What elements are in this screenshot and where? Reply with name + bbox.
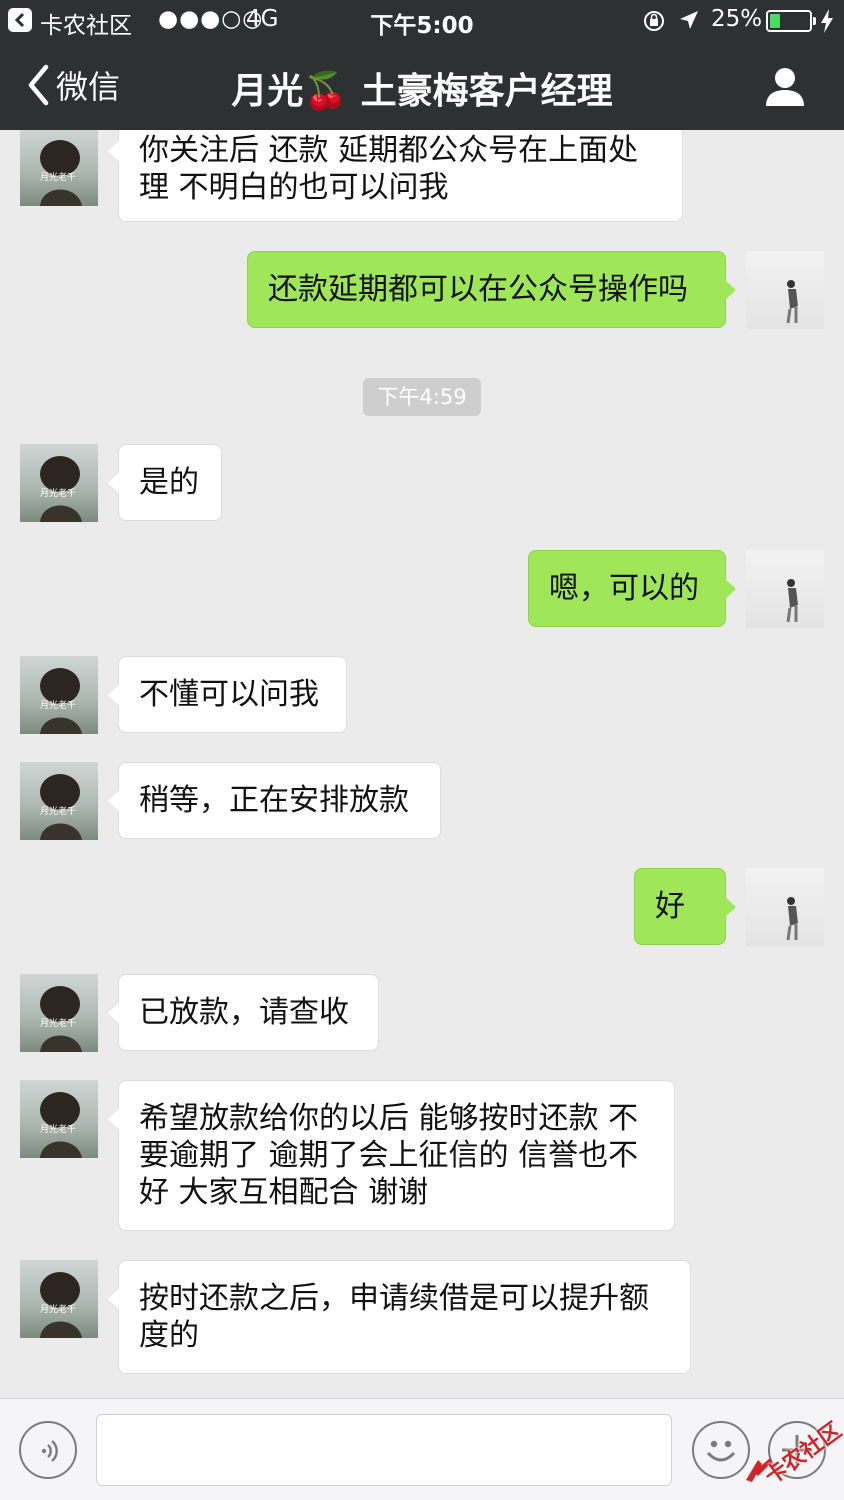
charging-bolt-icon	[821, 9, 833, 33]
message-input-bar	[0, 1398, 844, 1500]
avatar-photo	[786, 579, 798, 623]
message-bubble-received[interactable]: 是的	[108, 444, 222, 521]
watermark: 卡农社区	[742, 1414, 844, 1491]
message-bubble-received[interactable]: 已放款，请查收	[108, 974, 379, 1051]
battery-percentage: 25%	[711, 6, 763, 32]
message-bubble-sent[interactable]: 还款延期都可以在公众号操作吗	[247, 251, 736, 328]
message-bubble-received[interactable]: 希望放款给你的以后 能够按时还款 不要逾期了 逾期了会上征信的 信誉也不好 大家…	[108, 1080, 675, 1231]
avatar-caption: 月光老千	[40, 173, 77, 183]
message-text-input[interactable]	[96, 1414, 672, 1486]
avatar-caption: 月光老千	[40, 807, 77, 817]
avatar-caption: 月光老千	[40, 1125, 77, 1135]
status-bar: 卡农社区 ●●●○○ 4G 下午5:00 25%	[0, 0, 844, 42]
message-bubble-sent[interactable]: 好	[634, 868, 736, 945]
battery-icon	[766, 10, 812, 32]
contact-avatar[interactable]: 月光老千	[20, 974, 98, 1052]
chat-title: 月光🍒 土豪梅客户经理	[231, 71, 613, 112]
avatar-photo	[40, 774, 82, 840]
chat-history[interactable]: 月光老千 你关注后 还款 延期都公众号在上面处理 不明白的也可以问我 还款延期都…	[0, 130, 844, 1398]
my-avatar[interactable]	[746, 251, 824, 329]
message-timestamp: 下午4:59	[363, 378, 481, 416]
location-arrow-icon	[680, 11, 698, 29]
my-avatar[interactable]	[746, 868, 824, 946]
avatar-photo	[786, 897, 798, 941]
emoji-icon	[706, 1440, 736, 1462]
rotation-lock-icon	[644, 11, 664, 31]
avatar-photo	[40, 140, 82, 206]
avatar-caption: 月光老千	[40, 489, 77, 499]
message-bubble-received[interactable]: 你关注后 还款 延期都公众号在上面处理 不明白的也可以问我	[108, 130, 683, 222]
avatar-photo	[40, 1272, 82, 1338]
contact-avatar[interactable]: 月光老千	[20, 762, 98, 840]
avatar-caption: 月光老千	[40, 1019, 77, 1029]
nav-bar: 微信 月光🍒 土豪梅客户经理	[0, 42, 844, 130]
contact-avatar[interactable]: 月光老千	[20, 656, 98, 734]
avatar-photo	[40, 668, 82, 734]
avatar-photo	[786, 280, 798, 324]
chat-info-button[interactable]	[762, 64, 808, 110]
avatar-photo	[40, 1092, 82, 1158]
contact-avatar[interactable]: 月光老千	[20, 1080, 98, 1158]
contact-avatar[interactable]: 月光老千	[20, 130, 98, 206]
watermark-text: 卡农社区	[760, 1418, 844, 1491]
my-avatar[interactable]	[746, 550, 824, 628]
message-bubble-received[interactable]: 不懂可以问我	[108, 656, 347, 733]
voice-icon	[41, 1440, 58, 1462]
person-icon	[766, 68, 804, 106]
avatar-caption: 月光老千	[40, 1305, 77, 1315]
avatar-photo	[40, 456, 82, 522]
contact-avatar[interactable]: 月光老千	[20, 444, 98, 522]
avatar-photo	[40, 986, 82, 1052]
message-bubble-sent[interactable]: 嗯，可以的	[528, 550, 736, 627]
avatar-caption: 月光老千	[40, 701, 77, 711]
contact-avatar[interactable]: 月光老千	[20, 1260, 98, 1338]
voice-input-button[interactable]	[19, 1421, 77, 1479]
message-bubble-received[interactable]: 稍等，正在安排放款	[108, 762, 441, 839]
message-bubble-received[interactable]: 按时还款之后，申请续借是可以提升额度的	[108, 1260, 691, 1374]
battery-tip	[813, 17, 816, 25]
